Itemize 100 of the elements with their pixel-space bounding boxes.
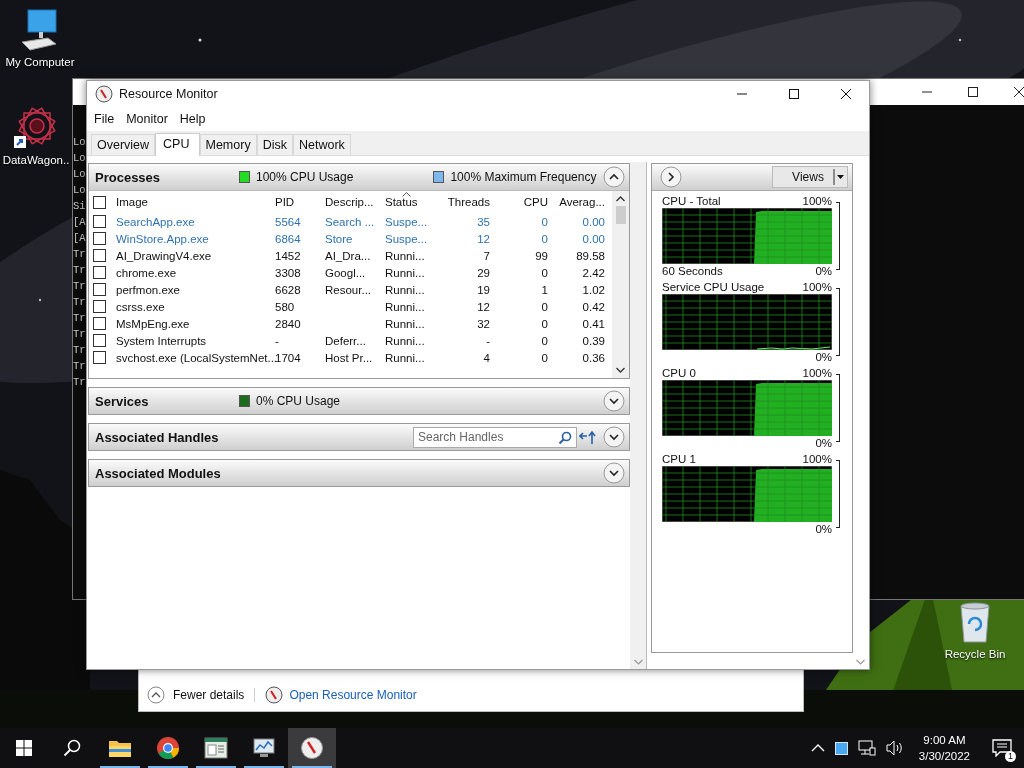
table-cell: AI_Dra... [325,249,371,262]
console-line: Tr [73,359,86,374]
menu-item[interactable]: File [88,112,121,126]
expand-right-icon[interactable] [660,166,682,188]
table-cell: 1 [541,283,548,296]
desktop-icon[interactable]: DataWagon.. [0,104,72,166]
axis-label: 100% [802,281,832,293]
table-cell: 0.42 [582,300,605,313]
column-header[interactable]: Status [380,196,437,208]
console-line: Tr [73,343,86,358]
table-cell: - [275,334,279,347]
expand-icon[interactable] [603,462,625,484]
expand-icon[interactable] [603,390,625,412]
checkbox[interactable] [93,283,106,296]
table-cell: 89.58 [576,249,605,262]
checkbox[interactable] [93,351,106,364]
expand-icon[interactable] [603,426,625,448]
column-header[interactable]: Averag... [553,196,610,208]
table-cell: Store [325,232,353,245]
table-cell: Runni... [385,317,425,330]
tab[interactable]: Overview [91,134,156,155]
table-cell: Host Pr... [325,351,373,364]
gauge-icon [265,686,284,704]
search-icon [63,739,81,757]
table-cell: 32 [477,317,490,330]
volume-icon[interactable] [885,740,904,756]
section-header[interactable]: Services 0% CPU Usage [89,388,629,414]
checkbox[interactable] [93,195,106,209]
network-icon[interactable] [857,740,876,756]
maximize-icon[interactable] [967,86,979,98]
console-line: Tr [73,263,86,278]
column-header[interactable]: CPU [495,196,553,208]
table-cell: - [486,334,490,347]
table-cell: 6864 [275,232,301,245]
close-icon [840,88,852,100]
menu-item[interactable]: Help [173,112,212,126]
column-header[interactable]: Image [111,196,270,208]
scrollbar[interactable] [630,162,646,669]
tab[interactable]: Memory [199,134,257,155]
checkbox[interactable] [93,266,106,279]
checkbox[interactable] [93,215,106,228]
table-cell: 12 [477,232,490,245]
tab[interactable]: Disk [256,134,293,155]
computer-icon [20,8,60,52]
axis-label: 100% [802,367,832,379]
desktop-icon[interactable]: My Computer [0,8,80,68]
taskbar-app[interactable] [288,728,336,768]
fewer-details-button[interactable]: Fewer details [147,686,245,704]
refresh-icon[interactable] [579,429,597,445]
search-icon [558,430,572,445]
console-line: Tr [73,375,86,390]
tab[interactable]: CPU [155,133,200,156]
close-icon[interactable] [1013,86,1024,98]
column-header[interactable]: Threads [437,196,495,208]
section-title: Services [95,393,150,409]
clock-time: 9:00 AM [923,733,966,748]
section-title: Associated Modules [95,465,222,481]
graph-title: CPU 0 [662,367,697,379]
section-header[interactable]: Associated Handles Search Handles [89,424,629,450]
console-line: Si [73,199,86,214]
graph-title: Service CPU Usage [662,281,766,293]
table-cell: AI_DrawingV4.exe [116,249,212,262]
table-cell: WinStore.App.exe [116,232,209,245]
console-line: Tr [73,247,86,262]
table-cell: 0 [541,300,548,313]
chevron-down-icon[interactable] [616,367,625,373]
notification-button[interactable]: 1 [980,728,1024,768]
table-cell: perfmon.exe [116,283,180,296]
table-cell: 12 [477,300,490,313]
desktop-icon[interactable]: Recycle Bin [934,600,1016,660]
checkbox[interactable] [93,317,106,330]
search-field[interactable]: Search Handles [413,426,577,448]
views-dropdown[interactable]: Views [772,166,848,188]
scrollbar[interactable] [612,191,629,378]
chevron-up-icon[interactable] [616,196,625,202]
console-line: Lo [73,135,86,150]
column-header[interactable]: PID [270,196,320,208]
section-header[interactable]: Processes 100% CPU Usage 100% Maximum Frequency [89,164,629,190]
checkbox[interactable] [93,249,106,262]
axis-label: 0% [814,351,832,363]
table-cell: 1704 [275,351,301,364]
table-cell: SearchApp.exe [116,215,195,228]
checkbox[interactable] [93,334,106,347]
checkbox[interactable] [93,300,106,313]
console-line: Tr [73,311,86,326]
scrollbar-thumb[interactable] [615,206,626,224]
section-header[interactable]: Associated Modules [89,460,629,486]
checkbox[interactable] [93,232,106,245]
clock[interactable]: 9:00 AM 3/30/2022 [908,732,980,764]
column-header[interactable]: Descrip... [320,196,380,208]
table-cell: Googl... [325,266,366,279]
open-resource-monitor-link[interactable]: Open Resource Monitor [289,688,417,702]
table-cell: csrss.exe [116,300,165,313]
collapse-icon[interactable] [603,166,625,188]
graph-title: CPU - Total [662,195,722,207]
tab[interactable]: Network [292,134,351,155]
menu-item[interactable]: Monitor [120,112,174,126]
square-tray-icon[interactable] [834,741,848,755]
legend-label: 100% Maximum Frequency [450,170,597,184]
table-cell: 4 [483,351,490,364]
